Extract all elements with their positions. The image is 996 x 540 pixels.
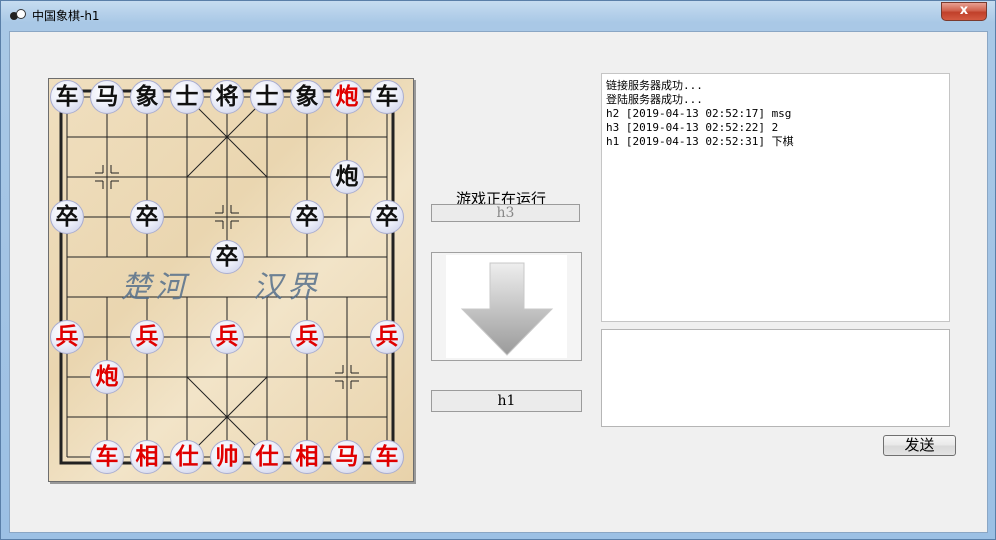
self-name: h1 (431, 390, 582, 412)
black-piece[interactable]: 炮 (330, 160, 364, 194)
app-icon (10, 9, 26, 23)
river-label-chu: 楚河 (121, 270, 189, 305)
black-piece[interactable]: 车 (370, 80, 404, 114)
client-area: 楚河 汉界 车 马 象 士 将 士 象 炮 车 炮 卒 卒 卒 卒 卒 兵 兵 … (9, 31, 988, 533)
black-piece[interactable]: 马 (90, 80, 124, 114)
red-piece[interactable]: 兵 (370, 320, 404, 354)
close-icon: x (959, 3, 969, 18)
red-piece[interactable]: 相 (290, 440, 324, 474)
title-bar[interactable]: 中国象棋-h1 x (1, 1, 995, 31)
opponent-name: h3 (431, 204, 580, 222)
red-piece[interactable]: 相 (130, 440, 164, 474)
red-piece[interactable]: 马 (330, 440, 364, 474)
message-log[interactable]: 链接服务器成功... 登陆服务器成功... h2 [2019-04-13 02:… (601, 73, 950, 322)
black-piece[interactable]: 象 (290, 80, 324, 114)
app-window: 中国象棋-h1 x 楚河 汉界 车 马 象 士 将 士 象 炮 车 炮 卒 卒 … (0, 0, 996, 540)
log-line: h2 [2019-04-13 02:52:17] msg (606, 107, 792, 120)
red-piece[interactable]: 帅 (210, 440, 244, 474)
black-piece[interactable]: 象 (130, 80, 164, 114)
river-label-han: 汉界 (253, 270, 321, 305)
red-piece[interactable]: 兵 (290, 320, 324, 354)
black-piece[interactable]: 卒 (50, 200, 84, 234)
chess-board[interactable]: 楚河 汉界 车 马 象 士 将 士 象 炮 车 炮 卒 卒 卒 卒 卒 兵 兵 … (48, 78, 414, 482)
red-piece[interactable]: 车 (370, 440, 404, 474)
black-piece[interactable]: 卒 (370, 200, 404, 234)
red-piece[interactable]: 仕 (170, 440, 204, 474)
close-button[interactable]: x (941, 2, 987, 21)
black-piece[interactable]: 将 (210, 80, 244, 114)
red-piece[interactable]: 兵 (50, 320, 84, 354)
chat-input[interactable] (601, 329, 950, 427)
black-piece[interactable]: 卒 (130, 200, 164, 234)
log-line: h1 [2019-04-13 02:52:31] 下棋 (606, 135, 794, 148)
turn-indicator (431, 252, 582, 361)
log-line: h3 [2019-04-13 02:52:22] 2 (606, 121, 779, 134)
red-piece[interactable]: 炮 (330, 80, 364, 114)
red-piece[interactable]: 炮 (90, 360, 124, 394)
black-piece[interactable]: 士 (250, 80, 284, 114)
window-title: 中国象棋-h1 (32, 9, 100, 23)
down-arrow-icon (460, 262, 554, 356)
black-piece[interactable]: 车 (50, 80, 84, 114)
log-line: 登陆服务器成功... (606, 93, 703, 106)
red-piece[interactable]: 车 (90, 440, 124, 474)
red-piece[interactable]: 仕 (250, 440, 284, 474)
send-button[interactable]: 发送 (883, 435, 956, 456)
black-piece[interactable]: 士 (170, 80, 204, 114)
board-grid (59, 89, 395, 465)
red-piece[interactable]: 兵 (210, 320, 244, 354)
log-line: 链接服务器成功... (606, 79, 703, 92)
red-piece[interactable]: 兵 (130, 320, 164, 354)
black-piece[interactable]: 卒 (290, 200, 324, 234)
black-piece[interactable]: 卒 (210, 240, 244, 274)
